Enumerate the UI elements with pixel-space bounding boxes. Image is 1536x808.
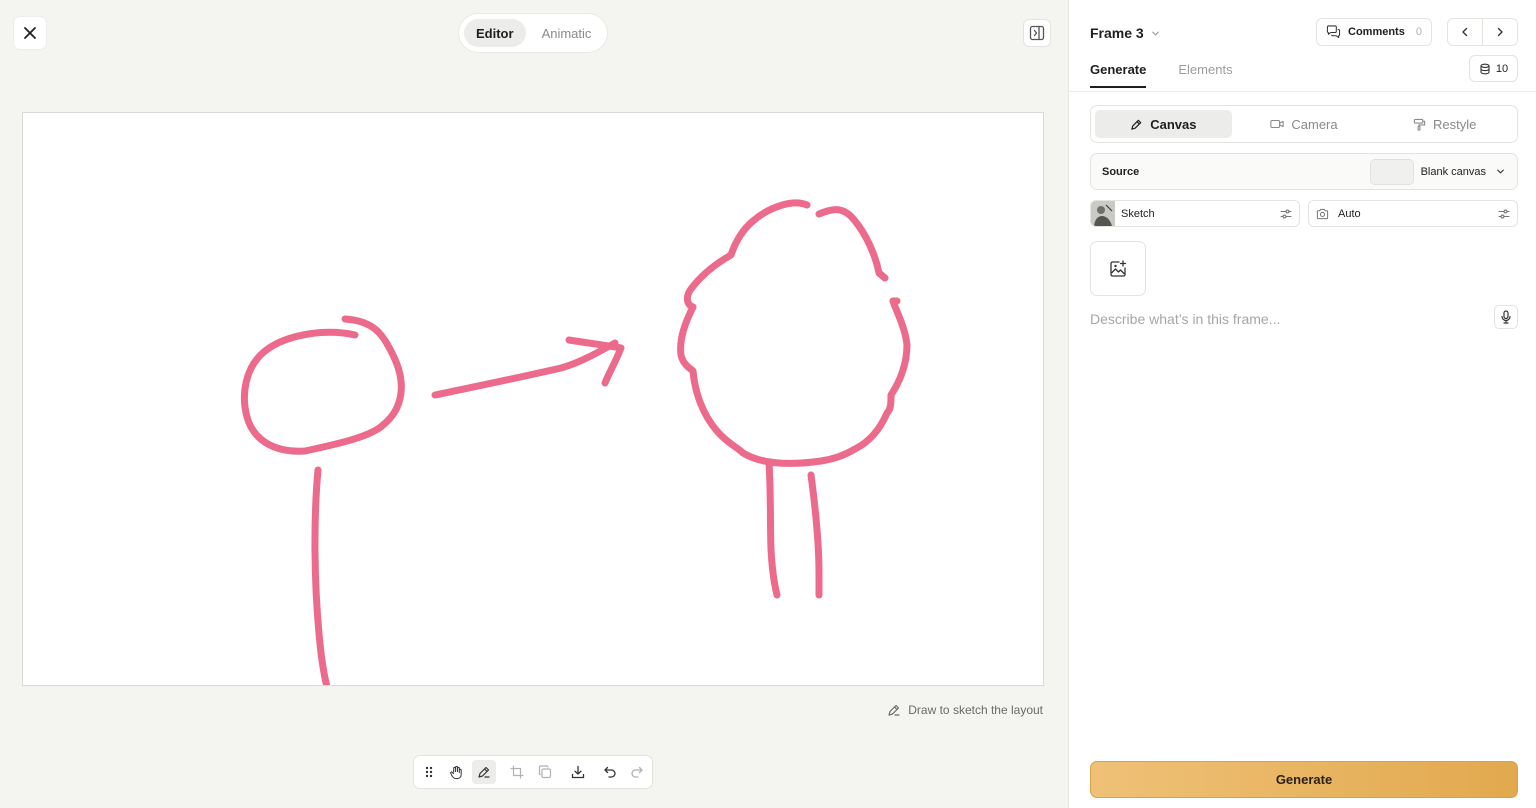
generate-panel: Frame 3 Comments 0 Generate Elements 10 …: [1068, 0, 1536, 808]
editor-area: Editor Animatic Draw to sketch the layou…: [0, 0, 1068, 808]
chevron-right-icon: [1497, 27, 1503, 37]
frame-description-input[interactable]: [1090, 308, 1482, 330]
pen-icon: [888, 704, 900, 716]
chevron-down-icon: [1151, 31, 1159, 35]
frame-selector[interactable]: Frame 3: [1090, 25, 1161, 41]
redo-button[interactable]: [626, 760, 650, 784]
paint-roller-icon: [1413, 118, 1426, 131]
frame-title: Frame 3: [1090, 25, 1144, 41]
comments-label: Comments: [1348, 26, 1405, 38]
generate-button[interactable]: Generate: [1090, 761, 1518, 798]
chevron-left-icon: [1462, 27, 1468, 37]
drawing-canvas[interactable]: [22, 112, 1044, 686]
close-button[interactable]: [14, 17, 46, 49]
generation-mode-selector: Canvas Camera Restyle: [1090, 105, 1518, 143]
close-icon: [24, 27, 36, 39]
tab-elements[interactable]: Elements: [1178, 62, 1232, 88]
style-thumbnail: [1091, 201, 1115, 226]
style-selector[interactable]: Sketch: [1090, 200, 1300, 227]
duplicate-icon: [538, 765, 551, 779]
tab-divider: [1069, 91, 1536, 92]
sketch-stroke: [241, 315, 405, 455]
undo-icon: [604, 766, 616, 778]
sketch-stroke: [431, 339, 619, 399]
sketch-stroke: [311, 466, 331, 685]
download-icon: [572, 765, 585, 779]
frame-navigation: [1447, 18, 1518, 46]
mode-restyle-label: Restyle: [1433, 116, 1477, 132]
chevron-down-icon: [1497, 169, 1504, 174]
sidebar-toggle-icon: [1029, 25, 1045, 41]
mode-canvas-label: Canvas: [1150, 116, 1197, 132]
tab-generate[interactable]: Generate: [1090, 62, 1147, 88]
duplicate-button[interactable]: [533, 760, 557, 784]
credits-count: 10: [1495, 62, 1509, 75]
voice-input-button[interactable]: [1494, 305, 1518, 329]
settings-sliders-icon[interactable]: [1498, 208, 1510, 220]
database-icon: [1480, 63, 1490, 74]
mode-canvas[interactable]: Canvas: [1095, 110, 1232, 138]
sketch-stroke: [765, 459, 781, 599]
video-camera-icon: [1270, 119, 1285, 129]
crop-tool-button[interactable]: [506, 760, 530, 784]
hand-tool-button[interactable]: [445, 760, 469, 784]
comments-icon: [1326, 25, 1341, 39]
source-selector[interactable]: Source Blank canvas: [1090, 153, 1518, 190]
next-frame-button[interactable]: [1482, 19, 1517, 45]
style-label: Sketch: [1121, 207, 1155, 220]
source-value: Blank canvas: [1420, 165, 1486, 178]
redo-icon: [631, 766, 643, 778]
sketch-stroke: [815, 206, 889, 282]
settings-sliders-icon[interactable]: [1280, 208, 1292, 220]
add-reference-image-button[interactable]: [1090, 241, 1146, 296]
camera-selector[interactable]: Auto: [1308, 200, 1518, 227]
comments-button[interactable]: Comments 0: [1316, 18, 1432, 46]
source-label: Source: [1102, 165, 1140, 178]
microphone-icon: [1501, 310, 1511, 324]
sketch-stroke: [807, 471, 823, 599]
canvas-toolbar: [414, 756, 652, 788]
mode-editor-tab[interactable]: Editor: [464, 19, 526, 47]
hand-icon: [449, 765, 462, 779]
sketch-stroke: [677, 199, 911, 467]
undo-button[interactable]: [598, 760, 622, 784]
mode-camera[interactable]: Camera: [1236, 110, 1373, 138]
image-add-icon: [1110, 259, 1127, 277]
panel-tabs: Generate Elements: [1090, 62, 1233, 88]
camera-icon: [1316, 208, 1329, 219]
mode-animatic-tab[interactable]: Animatic: [530, 19, 604, 47]
mode-restyle[interactable]: Restyle: [1376, 110, 1513, 138]
panel-toggle-button[interactable]: [1024, 20, 1050, 46]
pen-tool-button[interactable]: [472, 760, 496, 784]
mode-toggle: Editor Animatic: [459, 14, 607, 52]
drag-handle-button[interactable]: [417, 760, 441, 784]
pen-icon: [1131, 119, 1142, 130]
crop-icon: [510, 765, 524, 779]
source-thumbnail: [1370, 159, 1413, 184]
drag-handle-icon: [425, 766, 432, 778]
credits-badge[interactable]: 10: [1469, 55, 1518, 82]
previous-frame-button[interactable]: [1448, 19, 1482, 45]
canvas-hint: Draw to sketch the layout: [887, 703, 1043, 717]
pen-icon: [478, 766, 490, 778]
camera-label: Auto: [1338, 207, 1361, 220]
sketch-drawing: [241, 199, 911, 685]
hint-text: Draw to sketch the layout: [908, 703, 1043, 717]
comments-count: 0: [1415, 26, 1422, 38]
mode-camera-label: Camera: [1291, 116, 1338, 132]
download-button[interactable]: [567, 760, 591, 784]
